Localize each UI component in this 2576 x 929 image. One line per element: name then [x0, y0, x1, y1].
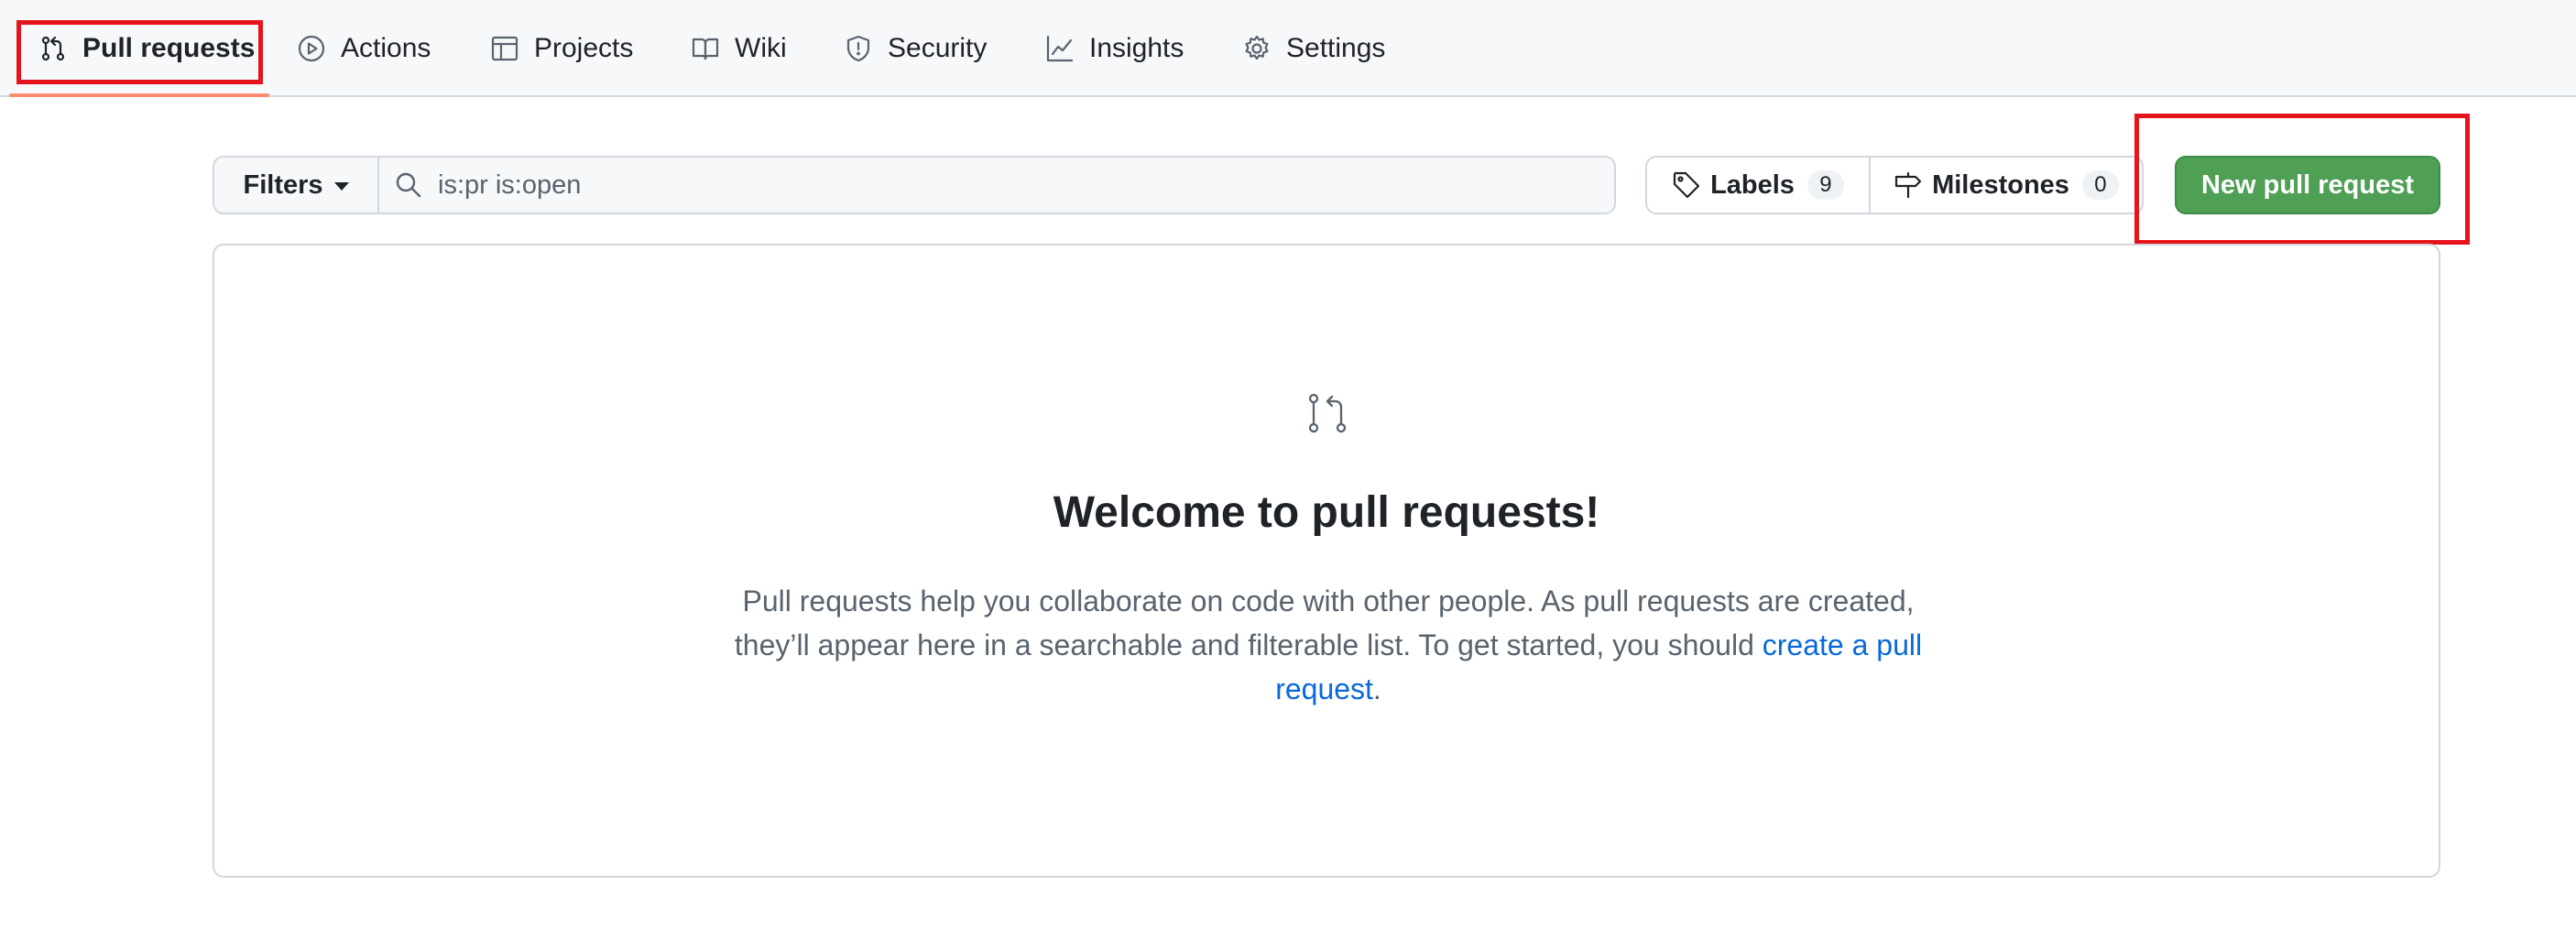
git-pull-request-icon [1308, 393, 1347, 433]
table-icon [491, 36, 518, 61]
play-circle-icon [298, 35, 325, 62]
gear-icon [1245, 35, 1269, 60]
git-pull-request-icon [41, 36, 65, 61]
repo-nav: Pull requests Actions Projects Wiki Secu… [0, 0, 2576, 97]
tab-projects[interactable]: Projects [490, 0, 633, 97]
labels-label: Labels [1710, 169, 1795, 200]
tab-wiki-label: Wiki [735, 33, 787, 63]
blankslate-description-text: Pull requests help you collaborate on co… [734, 585, 1915, 661]
labels-count-badge: 9 [1806, 170, 1844, 200]
search-input[interactable] [438, 169, 1614, 201]
milestones-label: Milestones [1932, 169, 2069, 200]
blankslate-icon-wrapper [1304, 390, 1350, 436]
filters-label: Filters [243, 169, 323, 200]
tab-wiki[interactable]: Wiki [691, 0, 787, 97]
milestones-button[interactable]: Milestones 0 [1871, 158, 2142, 213]
graph-icon [1046, 35, 1074, 62]
tab-actions[interactable]: Actions [297, 0, 431, 97]
search-field[interactable] [379, 158, 1614, 213]
blankslate-description-end: . [1372, 672, 1381, 705]
new-pull-request-button[interactable]: New pull request [2175, 156, 2440, 214]
book-icon [692, 38, 719, 60]
tab-security-label: Security [888, 33, 988, 63]
pull-requests-blankslate: Welcome to pull requests! Pull requests … [213, 244, 2440, 878]
blankslate-title: Welcome to pull requests! [1053, 488, 1600, 537]
search-icon [396, 172, 421, 198]
tab-insights-label: Insights [1089, 33, 1184, 63]
tab-projects-label: Projects [534, 33, 634, 63]
tag-icon [1673, 171, 1700, 199]
labels-milestones-group: Labels 9 Milestones 0 [1645, 156, 2144, 214]
tab-pull-requests-label: Pull requests [82, 33, 256, 63]
tab-settings-label: Settings [1286, 33, 1386, 63]
tab-insights[interactable]: Insights [1045, 0, 1184, 97]
caret-down-icon [333, 182, 349, 191]
filters-button[interactable]: Filters [214, 158, 379, 213]
blankslate-description: Pull requests help you collaborate on co… [705, 579, 1951, 711]
selected-tab-underline [9, 93, 269, 97]
tab-security[interactable]: Security [844, 0, 987, 97]
tab-actions-label: Actions [341, 33, 431, 63]
shield-icon [846, 35, 870, 62]
tab-pull-requests[interactable]: Pull requests [38, 0, 255, 97]
tab-settings[interactable]: Settings [1242, 0, 1385, 97]
milestone-icon [1894, 171, 1922, 199]
labels-button[interactable]: Labels 9 [1647, 158, 1871, 213]
filter-bar: Filters [213, 156, 1616, 214]
milestones-count-badge: 0 [2081, 170, 2119, 200]
